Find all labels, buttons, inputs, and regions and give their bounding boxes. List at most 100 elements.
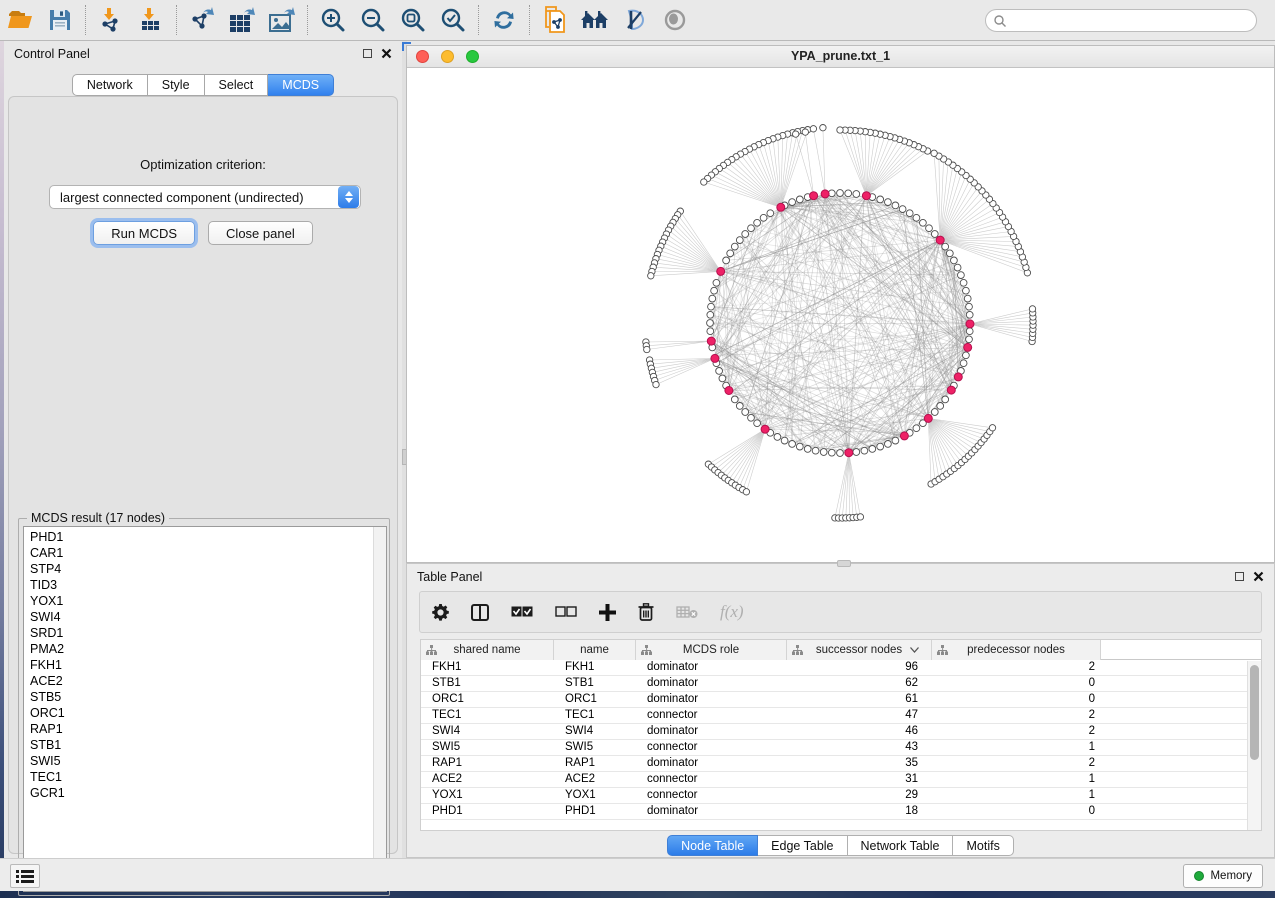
show-columns-icon[interactable] [471, 604, 489, 621]
select-all-columns-icon[interactable] [511, 606, 533, 618]
graph-node[interactable] [892, 202, 899, 209]
search-field[interactable] [985, 9, 1257, 32]
graph-node[interactable] [731, 396, 738, 403]
graph-node[interactable] [837, 190, 844, 197]
graph-node[interactable] [885, 441, 892, 448]
graph-node[interactable] [793, 131, 799, 137]
graph-node[interactable] [906, 210, 913, 217]
graph-node[interactable] [845, 190, 852, 197]
graph-node[interactable] [796, 196, 803, 203]
add-column-icon[interactable] [599, 604, 616, 621]
graph-node[interactable] [837, 450, 844, 457]
graph-node[interactable] [709, 295, 716, 302]
graph-node[interactable] [653, 381, 659, 387]
list-item[interactable]: TEC1 [24, 769, 373, 785]
table-row[interactable]: FKH1FKH1dominator962 [421, 660, 1249, 676]
graph-node[interactable] [754, 219, 761, 226]
graph-node[interactable] [644, 346, 650, 352]
graph-node[interactable] [707, 328, 714, 335]
graph-node[interactable] [963, 287, 970, 294]
column-header-predecessor-nodes[interactable]: predecessor nodes [932, 640, 1101, 660]
graph-node[interactable] [966, 336, 973, 343]
graph-node[interactable] [1029, 306, 1035, 312]
graph-hub-node[interactable] [761, 425, 769, 433]
list-item[interactable]: RAP1 [24, 721, 373, 737]
hide-selected-button[interactable] [618, 4, 652, 36]
graph-hub-node[interactable] [777, 203, 785, 211]
graph-hub-node[interactable] [810, 192, 818, 200]
list-item[interactable]: SRD1 [24, 625, 373, 641]
horizontal-splitter-handle[interactable] [837, 560, 851, 567]
graph-node[interactable] [711, 287, 718, 294]
graph-node[interactable] [931, 409, 938, 416]
close-table-panel-icon[interactable] [1253, 571, 1264, 582]
column-header-name[interactable]: name [554, 640, 636, 660]
graph-node[interactable] [960, 279, 967, 286]
graph-node[interactable] [804, 446, 811, 453]
tab-mcds[interactable]: MCDS [268, 74, 334, 96]
table-scrollbar-thumb[interactable] [1250, 665, 1259, 760]
table-scrollbar[interactable] [1247, 661, 1261, 830]
graph-hub-node[interactable] [924, 414, 932, 422]
list-item[interactable]: PHD1 [24, 529, 373, 545]
graph-node[interactable] [937, 403, 944, 410]
graph-hub-node[interactable] [862, 192, 870, 200]
graph-node[interactable] [899, 206, 906, 213]
graph-node[interactable] [713, 279, 720, 286]
tab-style[interactable]: Style [148, 74, 205, 96]
graph-node[interactable] [774, 434, 781, 441]
table-row[interactable]: RAP1RAP1dominator352 [421, 756, 1249, 772]
zoom-selected-button[interactable] [436, 4, 470, 36]
graph-node[interactable] [760, 214, 767, 221]
graph-node[interactable] [802, 129, 808, 135]
graph-node[interactable] [966, 328, 973, 335]
tab-edge-table[interactable]: Edge Table [758, 835, 847, 856]
float-panel-icon[interactable] [363, 49, 372, 58]
graph-node[interactable] [989, 425, 995, 431]
zoom-fit-button[interactable] [396, 4, 430, 36]
graph-hub-node[interactable] [711, 354, 719, 362]
first-neighbors-button[interactable] [578, 4, 612, 36]
table-settings-gear-icon[interactable] [432, 604, 449, 621]
graph-node[interactable] [951, 257, 958, 264]
zoom-in-button[interactable] [316, 4, 350, 36]
tab-network-table[interactable]: Network Table [848, 835, 954, 856]
graph-node[interactable] [853, 191, 860, 198]
tab-motifs[interactable]: Motifs [953, 835, 1013, 856]
graph-node[interactable] [885, 199, 892, 206]
graph-node[interactable] [966, 311, 973, 318]
graph-node[interactable] [789, 441, 796, 448]
table-row[interactable]: ACE2ACE2connector311 [421, 772, 1249, 788]
graph-node[interactable] [701, 179, 707, 185]
graph-hub-node[interactable] [725, 387, 733, 395]
list-item[interactable]: SWI5 [24, 753, 373, 769]
graph-node[interactable] [954, 264, 961, 271]
graph-node[interactable] [877, 196, 884, 203]
list-item[interactable]: STB1 [24, 737, 373, 753]
graph-hub-node[interactable] [821, 190, 829, 198]
float-table-panel-icon[interactable] [1235, 572, 1244, 581]
graph-node[interactable] [877, 443, 884, 450]
graph-node[interactable] [942, 243, 949, 250]
graph-node[interactable] [707, 320, 714, 327]
result-list-scrollbar[interactable] [373, 527, 386, 891]
close-panel-icon[interactable] [381, 48, 392, 59]
graph-hub-node[interactable] [947, 386, 955, 394]
graph-node[interactable] [789, 199, 796, 206]
memory-button[interactable]: Memory [1183, 864, 1263, 888]
graph-node[interactable] [719, 375, 726, 382]
graph-hub-node[interactable] [900, 432, 908, 440]
export-network-button[interactable] [185, 4, 219, 36]
save-session-button[interactable] [43, 4, 77, 36]
graph-node[interactable] [767, 210, 774, 217]
graph-node[interactable] [727, 250, 734, 257]
table-row[interactable]: ORC1ORC1dominator610 [421, 692, 1249, 708]
graph-node[interactable] [926, 225, 933, 232]
list-item[interactable]: TID3 [24, 577, 373, 593]
mcds-result-list[interactable]: PHD1CAR1STP4TID3YOX1SWI4SRD1PMA2FKH1ACE2… [23, 526, 387, 892]
zoom-out-button[interactable] [356, 4, 390, 36]
graph-node[interactable] [743, 489, 749, 495]
graph-node[interactable] [754, 420, 761, 427]
search-input[interactable] [1007, 14, 1256, 28]
graph-node[interactable] [964, 295, 971, 302]
